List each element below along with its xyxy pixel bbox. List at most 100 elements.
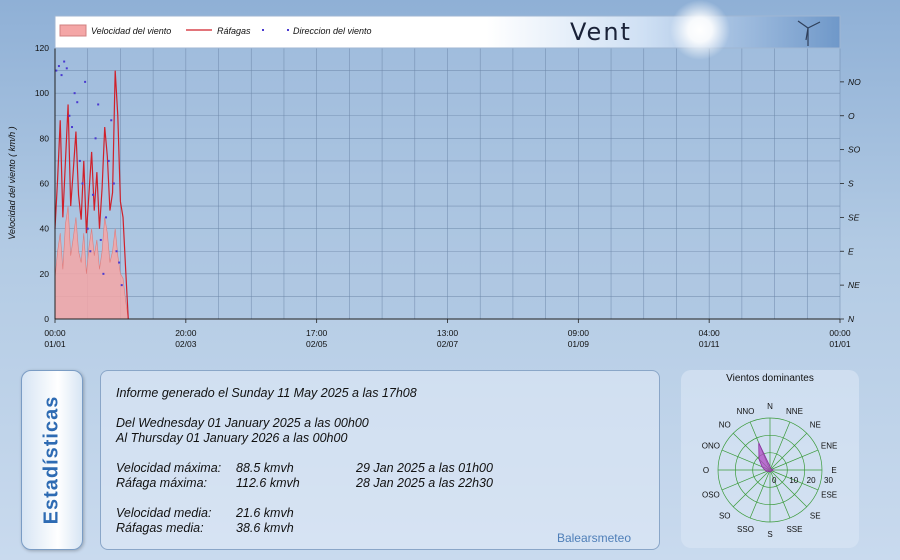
y-tick-label: 120	[35, 43, 49, 53]
stat-value: 38.6 kmvh	[236, 521, 294, 535]
wind-rose-direction-label: S	[767, 530, 772, 539]
y-axis-label: Velocidad del viento ( km/h )	[7, 126, 17, 239]
direction-point	[94, 137, 97, 140]
wind-rose-panel: Vientos dominantes N NNE NE ENE E ESE SE SSE S SS…	[681, 370, 859, 548]
direction-point	[60, 74, 63, 77]
direction-tick-label: SE	[848, 212, 860, 222]
banner-title: Vent	[570, 18, 632, 46]
wind-rose-spoke	[732, 469, 771, 508]
wind-rose-radius-label: 10	[789, 476, 798, 485]
direction-point	[76, 101, 79, 104]
legend-label-direction: Direccion del viento	[293, 26, 372, 36]
direction-point	[86, 227, 89, 230]
stat-label: Velocidad media:	[116, 506, 212, 520]
stat-label: Ráfaga máxima:	[116, 476, 208, 490]
direction-point	[78, 159, 81, 162]
wind-rose: Vientos dominantes N NNE NE ENE E ESE SE SSE S SS…	[702, 373, 838, 539]
direction-ticks: N NE E SE S SO O NO	[840, 77, 861, 324]
direction-point	[73, 92, 76, 95]
direction-point	[71, 126, 74, 129]
direction-point	[120, 284, 123, 287]
wind-rose-radius-label: 30	[824, 476, 833, 485]
wind-chart: 020406080100120 NNEESESSOONO 00:0001/012…	[7, 0, 861, 349]
direction-tick-label: S	[848, 179, 854, 189]
wind-rose-direction-label: SSE	[786, 525, 802, 534]
wind-rose-direction-label: SO	[719, 511, 731, 520]
x-tick-date: 02/03	[175, 339, 197, 349]
direction-tick-label: O	[848, 111, 855, 121]
direction-tick-label: NE	[848, 280, 860, 290]
direction-point	[84, 80, 87, 83]
wind-rose-direction-label: NO	[719, 421, 731, 430]
x-tick-time: 09:00	[568, 328, 590, 338]
y-tick-label: 80	[40, 133, 50, 143]
direction-point	[65, 67, 68, 70]
x-tick-time: 00:00	[829, 328, 851, 338]
wind-rose-direction-label: ESE	[821, 490, 837, 499]
wind-rose-direction-label: NNO	[737, 407, 755, 416]
direction-point	[107, 159, 110, 162]
y-ticks: 0 20 40 60 80 100 120	[35, 43, 49, 324]
direction-point	[81, 182, 84, 185]
x-tick-time: 00:00	[44, 328, 66, 338]
direction-point	[68, 114, 71, 117]
direction-point	[110, 119, 113, 122]
y-tick-label: 100	[35, 88, 49, 98]
stats-tab[interactable]: Estadísticas	[21, 370, 83, 550]
wind-rose-direction-label: SE	[810, 511, 821, 520]
x-tick-time: 13:00	[437, 328, 459, 338]
direction-tick-label: NO	[848, 77, 861, 87]
stat-label: Velocidad máxima:	[116, 461, 222, 475]
direction-tick-label: E	[848, 246, 854, 256]
stat-label: Ráfagas media:	[116, 521, 204, 535]
direction-point	[112, 182, 115, 185]
stat-value: 88.5 kmvh	[236, 461, 294, 475]
direction-point	[99, 238, 102, 241]
direction-point	[91, 193, 94, 196]
direction-point	[89, 250, 92, 253]
wind-rose-spoke	[769, 432, 808, 471]
stat-when: 28 Jan 2025 a las 22h30	[356, 476, 493, 490]
wind-rose-direction-label: SSO	[737, 525, 754, 534]
direction-point	[55, 69, 58, 72]
x-tick-date: 01/01	[829, 339, 851, 349]
wind-rose-title: Vientos dominantes	[726, 373, 814, 384]
report-panel: Informe generado el Sunday 11 May 2025 a…	[100, 370, 660, 550]
y-tick-label: 0	[44, 314, 49, 324]
x-tick-date: 01/11	[699, 339, 720, 349]
y-tick-label: 20	[40, 269, 50, 279]
legend-swatch-speed	[59, 24, 87, 37]
stat-when: 29 Jan 2025 a las 01h00	[356, 461, 493, 475]
x-tick-date: 02/07	[437, 339, 459, 349]
report-generated: Informe generado el Sunday 11 May 2025 a…	[116, 386, 417, 400]
direction-point	[97, 103, 100, 106]
x-tick-time: 20:00	[175, 328, 197, 338]
wind-rose-direction-label: NNE	[786, 407, 803, 416]
x-ticks: 00:0001/0120:0002/0317:0002/0513:0002/07…	[44, 319, 851, 349]
legend-label-speed: Velocidad del viento	[91, 26, 171, 36]
stat-value: 112.6 kmvh	[236, 476, 300, 490]
direction-point	[118, 261, 121, 264]
wind-rose-direction-label: O	[703, 466, 709, 475]
legend-swatch-direction	[262, 29, 264, 31]
wind-rose-direction-label: ENE	[821, 442, 837, 451]
stats-tab-label: Estadísticas	[40, 395, 63, 525]
y-tick-label: 40	[40, 224, 50, 234]
direction-tick-label: N	[848, 314, 855, 324]
direction-point	[57, 65, 60, 68]
legend-label-gusts: Ráfagas	[217, 26, 251, 36]
wind-rose-direction-label: NE	[810, 421, 821, 430]
sun-icon	[670, 0, 730, 60]
wind-rose-direction-label: E	[831, 466, 836, 475]
x-tick-time: 17:00	[306, 328, 328, 338]
report-to: Al Thursday 01 January 2026 a las 00h00	[116, 431, 348, 445]
direction-point	[105, 216, 108, 219]
legend-swatch-direction-2	[287, 29, 289, 31]
direction-point	[63, 60, 66, 63]
x-tick-time: 04:00	[699, 328, 721, 338]
stat-value: 21.6 kmvh	[236, 506, 294, 520]
credit-text: Balearsmeteo	[556, 531, 631, 545]
report-from: Del Wednesday 01 January 2025 a las 00h0…	[116, 416, 369, 430]
wind-rose-radius-label: 20	[807, 476, 816, 485]
x-tick-date: 01/09	[568, 339, 590, 349]
